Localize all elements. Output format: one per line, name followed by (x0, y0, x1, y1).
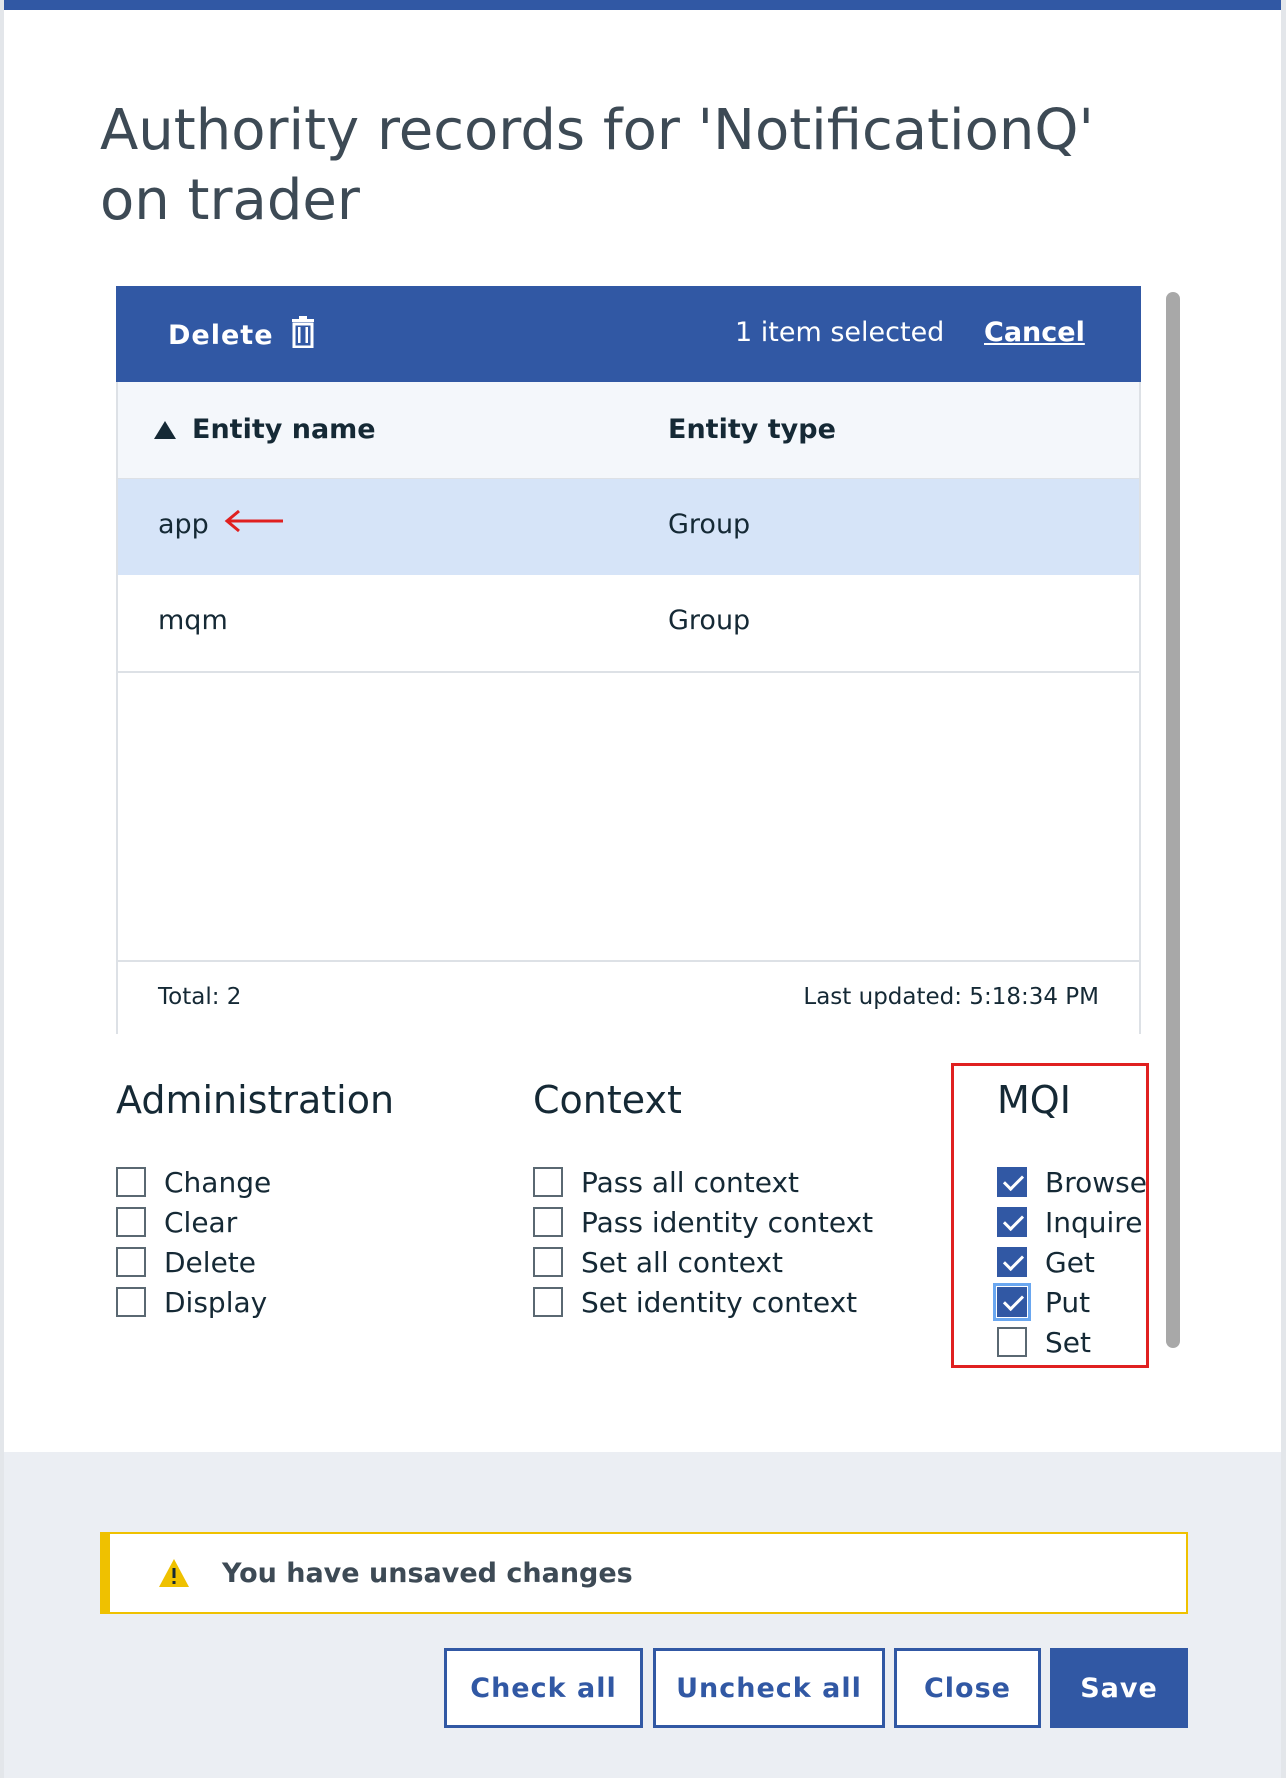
entity-name: mqm (158, 605, 228, 636)
notification-text: You have unsaved changes (222, 1558, 633, 1589)
checkbox-box[interactable] (533, 1287, 563, 1317)
column-header-label: Entity name (192, 414, 376, 445)
context-title: Context (533, 1078, 682, 1122)
context-checkbox-group: Pass all context Pass identity context S… (533, 1162, 873, 1322)
checkbox-label: Set identity context (581, 1285, 858, 1319)
close-button[interactable]: Close (894, 1648, 1041, 1728)
warning-icon (158, 1558, 190, 1592)
dialog-title: Authority records for 'NotificationQ' on… (100, 98, 1094, 233)
trash-icon (291, 316, 314, 355)
cell-entity-name: app (158, 509, 285, 540)
entity-name: app (158, 509, 209, 540)
column-header-entity-name[interactable]: Entity name (154, 414, 376, 445)
checkbox-set-all-context[interactable]: Set all context (533, 1242, 873, 1282)
checkbox-set-identity-context[interactable]: Set identity context (533, 1282, 873, 1322)
sort-ascending-icon (154, 420, 176, 439)
administration-checkbox-group: Change Clear Delete Display (116, 1162, 271, 1322)
mqi-highlight-annotation (951, 1063, 1149, 1368)
selected-count: 1 item selected (735, 317, 945, 348)
checkbox-label: Pass identity context (581, 1205, 874, 1239)
checkbox-display[interactable]: Display (116, 1282, 271, 1322)
dialog-footer (4, 1452, 1281, 1778)
last-updated: Last updated: 5:18:34 PM (803, 984, 1099, 1010)
checkbox-box[interactable] (116, 1247, 146, 1277)
checkbox-pass-identity-context[interactable]: Pass identity context (533, 1202, 873, 1242)
checkbox-label: Change (164, 1165, 272, 1199)
unsaved-changes-notification: You have unsaved changes (100, 1532, 1188, 1614)
cancel-selection-link[interactable]: Cancel (984, 317, 1085, 348)
cell-entity-name: mqm (158, 605, 228, 636)
dialog-top-accent (0, 0, 1286, 10)
entity-type: Group (668, 605, 751, 636)
dialog-right-edge (1281, 0, 1286, 1778)
checkbox-delete[interactable]: Delete (116, 1242, 271, 1282)
checkbox-clear[interactable]: Clear (116, 1202, 271, 1242)
checkbox-change[interactable]: Change (116, 1162, 271, 1202)
table-row[interactable]: mqm Group (118, 575, 1139, 673)
table-footer: Total: 2 Last updated: 5:18:34 PM (118, 960, 1139, 1034)
table-row[interactable]: app Group (118, 479, 1139, 577)
check-all-button[interactable]: Check all (444, 1648, 643, 1728)
red-arrow-annotation-icon (223, 509, 285, 540)
checkbox-label: Display (164, 1285, 268, 1319)
save-button[interactable]: Save (1050, 1648, 1188, 1728)
scrollbar-thumb[interactable] (1166, 292, 1180, 1348)
batch-action-bar: Delete 1 item selected Cancel (116, 286, 1141, 382)
table-header: Entity name Entity type (118, 382, 1139, 480)
checkbox-label: Pass all context (581, 1165, 800, 1199)
checkbox-label: Delete (164, 1245, 256, 1279)
checkbox-box[interactable] (116, 1167, 146, 1197)
administration-title: Administration (116, 1078, 395, 1122)
total-count: Total: 2 (158, 984, 242, 1010)
entity-type: Group (668, 509, 751, 540)
checkbox-box[interactable] (116, 1287, 146, 1317)
checkbox-box[interactable] (533, 1247, 563, 1277)
column-header-entity-type[interactable]: Entity type (668, 414, 836, 445)
delete-button[interactable]: Delete (168, 316, 314, 355)
checkbox-box[interactable] (533, 1207, 563, 1237)
checkbox-pass-all-context[interactable]: Pass all context (533, 1162, 873, 1202)
checkbox-label: Clear (164, 1205, 238, 1239)
uncheck-all-button[interactable]: Uncheck all (653, 1648, 885, 1728)
checkbox-label: Set all context (581, 1245, 784, 1279)
checkbox-box[interactable] (533, 1167, 563, 1197)
delete-button-label: Delete (168, 320, 274, 351)
checkbox-box[interactable] (116, 1207, 146, 1237)
